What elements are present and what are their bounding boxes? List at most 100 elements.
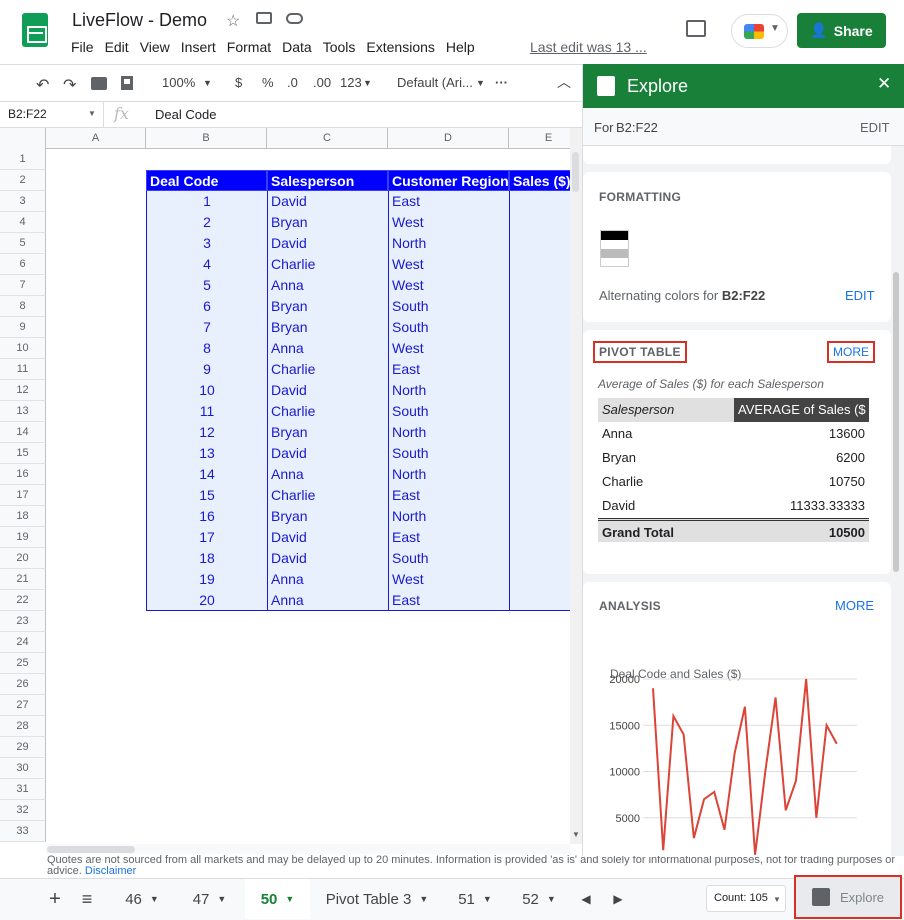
name-box[interactable]: B2:F22 ▼ <box>0 102 104 127</box>
table-cell[interactable] <box>509 212 570 233</box>
all-sheets-icon[interactable]: ≡ <box>76 879 98 919</box>
table-cell[interactable] <box>509 254 570 275</box>
table-cell[interactable]: 7 <box>146 317 267 338</box>
table-header-cell[interactable]: Salesperson <box>267 170 388 191</box>
table-cell[interactable]: East <box>388 191 509 212</box>
table-cell[interactable]: 20 <box>146 590 267 611</box>
table-cell[interactable]: 11 <box>146 401 267 422</box>
redo-icon[interactable]: ↷ <box>63 75 76 95</box>
menu-extensions[interactable]: Extensions <box>366 39 440 55</box>
table-cell[interactable]: 10 <box>146 380 267 401</box>
row-header-25[interactable]: 25 <box>0 653 46 674</box>
add-sheet-icon[interactable]: + <box>44 879 66 919</box>
table-cell[interactable]: 16 <box>146 506 267 527</box>
table-cell[interactable] <box>509 275 570 296</box>
zoom-chevron-icon[interactable]: ▼ <box>203 78 212 88</box>
comment-history-icon[interactable] <box>686 20 706 37</box>
menu-data[interactable]: Data <box>282 39 318 55</box>
percent-button[interactable]: % <box>262 75 274 90</box>
analysis-more-link[interactable]: MORE <box>835 598 874 613</box>
row-header-4[interactable]: 4 <box>0 212 46 233</box>
row-header-16[interactable]: 16 <box>0 464 46 485</box>
pivot-more-link[interactable]: MORE <box>827 341 875 363</box>
row-header-3[interactable]: 3 <box>0 191 46 212</box>
row-header-30[interactable]: 30 <box>0 758 46 779</box>
table-cell[interactable]: Charlie <box>267 401 388 422</box>
table-cell[interactable] <box>509 359 570 380</box>
row-header-17[interactable]: 17 <box>0 485 46 506</box>
table-cell[interactable]: Anna <box>267 590 388 611</box>
row-header-13[interactable]: 13 <box>0 401 46 422</box>
document-title[interactable]: LiveFlow - Demo <box>72 10 207 31</box>
table-cell[interactable] <box>509 506 570 527</box>
table-cell[interactable]: West <box>388 569 509 590</box>
table-cell[interactable]: South <box>388 317 509 338</box>
row-header-5[interactable]: 5 <box>0 233 46 254</box>
vertical-scrollbar[interactable] <box>570 128 582 844</box>
column-header-a[interactable]: A <box>46 128 146 149</box>
table-cell[interactable]: Bryan <box>267 422 388 443</box>
table-cell[interactable]: 17 <box>146 527 267 548</box>
table-cell[interactable]: North <box>388 464 509 485</box>
table-cell[interactable]: South <box>388 548 509 569</box>
sheet-tab-menu-icon[interactable]: ▼ <box>217 894 226 904</box>
table-cell[interactable]: North <box>388 380 509 401</box>
table-cell[interactable]: David <box>267 443 388 464</box>
column-header-b[interactable]: B <box>146 128 267 149</box>
row-header-24[interactable]: 24 <box>0 632 46 653</box>
paint-format-icon[interactable] <box>121 76 133 90</box>
print-icon[interactable] <box>91 77 107 90</box>
sheet-tab[interactable]: 50 ▼ <box>245 879 310 919</box>
row-header-28[interactable]: 28 <box>0 716 46 737</box>
table-cell[interactable] <box>509 191 570 212</box>
column-header-e[interactable]: E <box>509 128 570 149</box>
table-cell[interactable]: Anna <box>267 464 388 485</box>
table-cell[interactable]: North <box>388 506 509 527</box>
menu-insert[interactable]: Insert <box>181 39 222 55</box>
analysis-line-chart[interactable]: Deal Code and Sales ($)20000150001000050… <box>583 632 891 856</box>
table-cell[interactable]: 8 <box>146 338 267 359</box>
last-edit-link[interactable]: Last edit was 13 ... <box>530 39 647 55</box>
table-cell[interactable]: West <box>388 254 509 275</box>
table-cell[interactable]: 4 <box>146 254 267 275</box>
table-cell[interactable]: North <box>388 233 509 254</box>
menu-help[interactable]: Help <box>446 39 481 55</box>
alternating-colors-swatch[interactable] <box>600 230 629 267</box>
share-button[interactable]: 👤 Share <box>797 13 886 48</box>
move-folder-icon[interactable] <box>256 12 272 24</box>
row-header-32[interactable]: 32 <box>0 800 46 821</box>
collapse-toolbar-icon[interactable]: ︿ <box>557 72 571 92</box>
row-header-12[interactable]: 12 <box>0 380 46 401</box>
table-cell[interactable]: Anna <box>267 338 388 359</box>
zoom-select[interactable]: 100% <box>162 75 195 90</box>
spreadsheet-grid[interactable]: ABCDE 1 2 3 4 5 6 7 8 9 10 11 12 13 14 15 16 17 18 19 20 21 2… <box>0 128 570 844</box>
select-all-corner[interactable] <box>0 128 46 149</box>
sheets-logo-icon[interactable] <box>22 13 48 47</box>
table-cell[interactable] <box>509 233 570 254</box>
table-cell[interactable] <box>509 401 570 422</box>
row-header-8[interactable]: 8 <box>0 296 46 317</box>
row-header-2[interactable]: 2 <box>0 170 46 191</box>
table-cell[interactable] <box>509 527 570 548</box>
table-cell[interactable]: 3 <box>146 233 267 254</box>
table-cell[interactable]: North <box>388 422 509 443</box>
sheet-tab[interactable]: 51 ▼ <box>450 879 500 919</box>
explore-scroll-thumb[interactable] <box>893 272 899 572</box>
table-cell[interactable]: South <box>388 443 509 464</box>
row-header-14[interactable]: 14 <box>0 422 46 443</box>
table-cell[interactable]: East <box>388 485 509 506</box>
table-cell[interactable]: East <box>388 590 509 611</box>
sheet-tab[interactable]: Pivot Table 3 ▼ <box>312 879 442 919</box>
table-cell[interactable]: Charlie <box>267 485 388 506</box>
sheet-tab-menu-icon[interactable]: ▼ <box>547 894 556 904</box>
row-header-27[interactable]: 27 <box>0 695 46 716</box>
table-cell[interactable] <box>509 443 570 464</box>
scroll-tabs-right-icon[interactable]: ▶ <box>610 879 626 919</box>
column-header-d[interactable]: D <box>388 128 509 149</box>
decrease-decimal-button[interactable]: .0 <box>287 75 298 90</box>
row-header-21[interactable]: 21 <box>0 569 46 590</box>
table-cell[interactable]: David <box>267 233 388 254</box>
sheet-tab-menu-icon[interactable]: ▼ <box>483 894 492 904</box>
menu-format[interactable]: Format <box>227 39 277 55</box>
close-icon[interactable]: ✕ <box>877 74 891 94</box>
